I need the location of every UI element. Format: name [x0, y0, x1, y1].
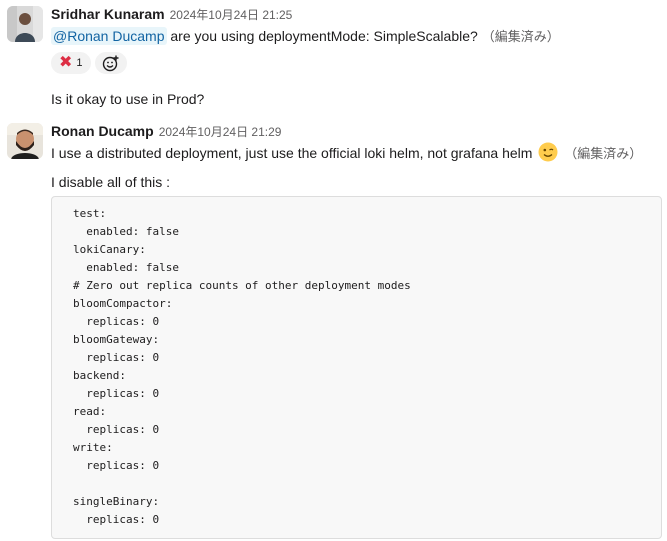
message-timestamp[interactable]: 2024年10月24日 21:25: [170, 8, 293, 22]
code-line: replicas: 0: [73, 459, 160, 472]
wink-emoji-icon: [538, 142, 558, 162]
reactions-bar: ✖ 1: [51, 52, 127, 76]
code-line: bloomGateway:: [73, 333, 160, 346]
code-line: replicas: 0: [73, 513, 160, 526]
code-line: singleBinary:: [73, 495, 160, 508]
message-followup: Is it okay to use in Prod?: [51, 91, 205, 107]
code-line: read:: [73, 405, 107, 418]
code-block: test: enabled: false lokiCanary: enabled:…: [51, 196, 662, 539]
message-text: I use a distributed deployment, just use…: [51, 145, 533, 161]
edited-label: （編集済み）: [564, 146, 643, 161]
add-reaction-button[interactable]: [94, 52, 127, 74]
code-line: enabled: false: [73, 225, 179, 238]
message-text-line2: I disable all of this :: [51, 174, 171, 190]
avatar-ronan[interactable]: [7, 123, 43, 159]
user-mention[interactable]: @Ronan Ducamp: [51, 27, 167, 45]
code-line: replicas: 0: [73, 423, 160, 436]
avatar-sridhar[interactable]: [7, 6, 43, 42]
sender-name[interactable]: Ronan Ducamp: [51, 123, 154, 139]
message-timestamp[interactable]: 2024年10月24日 21:29: [159, 125, 282, 139]
code-line: replicas: 0: [73, 351, 160, 364]
add-reaction-icon: [102, 55, 119, 72]
code-line: replicas: 0: [73, 315, 160, 328]
code-line: write:: [73, 441, 113, 454]
code-line: lokiCanary:: [73, 243, 146, 256]
code-line: # Zero out replica counts of other deplo…: [73, 279, 411, 292]
code-line: backend:: [73, 369, 126, 382]
edited-label: （編集済み）: [481, 29, 560, 44]
code-line: enabled: false: [73, 261, 179, 274]
message-text: are you using deploymentMode: SimpleScal…: [166, 28, 478, 44]
cross-mark-icon: ✖: [59, 54, 73, 71]
reaction-count: 1: [76, 57, 83, 69]
code-line: bloomCompactor:: [73, 297, 173, 310]
sender-name[interactable]: Sridhar Kunaram: [51, 6, 165, 22]
code-line: test:: [73, 207, 107, 220]
reaction-cross-mark[interactable]: ✖ 1: [51, 52, 91, 74]
code-line: replicas: 0: [73, 387, 160, 400]
